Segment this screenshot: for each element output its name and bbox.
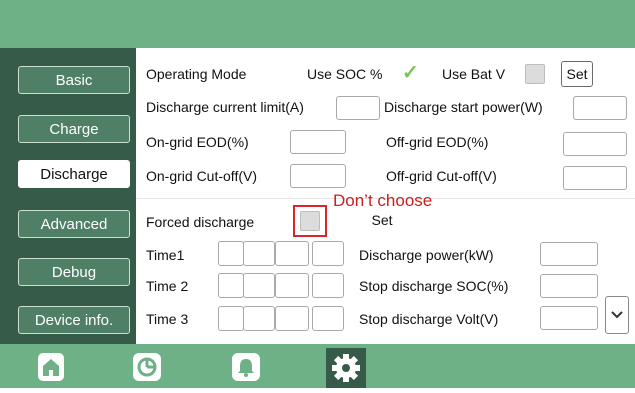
operating-mode-label: Operating Mode xyxy=(146,66,247,82)
forced-discharge-checkbox[interactable] xyxy=(300,211,320,231)
time1-end-minute-input[interactable] xyxy=(312,241,344,266)
offgrid-eod-input[interactable] xyxy=(563,132,627,156)
scroll-down-button[interactable] xyxy=(605,296,629,334)
offgrid-eod-label: Off-grid EOD(%) xyxy=(386,134,489,150)
offgrid-cutoff-input[interactable] xyxy=(563,166,627,190)
discharge-power-label: Discharge power(kW) xyxy=(359,247,494,263)
sidebar-item-label: Device info. xyxy=(34,311,114,329)
time3-label: Time 3 xyxy=(146,311,189,327)
sidebar-item-label: Discharge xyxy=(40,165,108,183)
sidebar: Basic Charge Discharge Advanced Debug De… xyxy=(0,48,136,344)
ongrid-eod-input[interactable] xyxy=(290,130,346,154)
time2-label: Time 2 xyxy=(146,278,189,294)
sidebar-item-discharge[interactable]: Discharge xyxy=(18,160,130,188)
sidebar-item-label: Charge xyxy=(49,120,99,138)
discharge-start-power-label: Discharge start power(W) xyxy=(384,99,543,115)
stop-discharge-volt-input[interactable] xyxy=(540,306,598,330)
stop-discharge-soc-label: Stop discharge SOC(%) xyxy=(359,278,509,294)
time2-start-hour-input[interactable] xyxy=(218,273,244,298)
use-soc-checkbox[interactable]: ✓ xyxy=(402,63,419,83)
discharge-panel: Operating Mode Use SOC % ✓ Use Bat V Set… xyxy=(136,48,635,344)
sidebar-item-device-info[interactable]: Device info. xyxy=(18,306,130,334)
time2-end-hour-input[interactable] xyxy=(275,273,309,298)
chevron-down-icon xyxy=(611,311,623,319)
tab-home[interactable] xyxy=(38,353,64,381)
time3-end-minute-input[interactable] xyxy=(312,306,344,331)
set-button-label: Set xyxy=(566,66,588,82)
ongrid-eod-label: On-grid EOD(%) xyxy=(146,134,249,150)
bell-icon xyxy=(232,353,260,381)
forced-discharge-label: Forced discharge xyxy=(146,214,255,230)
time1-label: Time1 xyxy=(146,247,185,263)
discharge-current-limit-label: Discharge current limit(A) xyxy=(146,99,304,115)
top-bar xyxy=(0,0,635,48)
bottom-tab-bar xyxy=(0,344,635,388)
gear-icon xyxy=(332,354,360,382)
use-bat-v-label: Use Bat V xyxy=(442,66,506,82)
home-icon xyxy=(38,353,64,381)
sidebar-item-debug[interactable]: Debug xyxy=(18,258,130,286)
sidebar-item-charge[interactable]: Charge xyxy=(18,115,130,143)
ongrid-cutoff-input[interactable] xyxy=(290,164,346,188)
use-bat-v-checkbox[interactable] xyxy=(525,64,545,84)
time1-start-hour-input[interactable] xyxy=(218,241,244,266)
use-soc-label: Use SOC % xyxy=(307,66,383,82)
tab-alarms[interactable] xyxy=(232,353,260,381)
ongrid-cutoff-label: On-grid Cut-off(V) xyxy=(146,168,257,184)
discharge-current-limit-input[interactable] xyxy=(336,96,380,120)
time2-end-minute-input[interactable] xyxy=(312,273,344,298)
stop-discharge-soc-input[interactable] xyxy=(540,274,598,298)
discharge-power-input[interactable] xyxy=(540,242,598,266)
sidebar-item-advanced[interactable]: Advanced xyxy=(18,210,130,238)
sidebar-item-label: Debug xyxy=(51,263,97,281)
dont-choose-annotation: Don’t choose xyxy=(333,191,433,210)
time3-start-minute-input[interactable] xyxy=(243,306,275,331)
time1-start-minute-input[interactable] xyxy=(243,241,275,266)
forced-discharge-set-button[interactable]: Set xyxy=(366,209,398,231)
sidebar-item-basic[interactable]: Basic xyxy=(18,66,130,94)
sidebar-item-label: Basic xyxy=(55,71,93,89)
discharge-start-power-input[interactable] xyxy=(573,96,627,120)
tab-settings[interactable] xyxy=(326,348,366,388)
time3-end-hour-input[interactable] xyxy=(275,306,309,331)
tab-statistics[interactable] xyxy=(133,353,161,381)
time1-end-hour-input[interactable] xyxy=(275,241,309,266)
pie-chart-icon xyxy=(133,353,161,381)
offgrid-cutoff-label: Off-grid Cut-off(V) xyxy=(386,168,497,184)
sidebar-item-label: Advanced xyxy=(40,215,108,233)
time3-start-hour-input[interactable] xyxy=(218,306,244,331)
set-button-label: Set xyxy=(371,212,393,228)
operating-mode-set-button[interactable]: Set xyxy=(561,61,593,87)
time2-start-minute-input[interactable] xyxy=(243,273,275,298)
stop-discharge-volt-label: Stop discharge Volt(V) xyxy=(359,311,499,327)
